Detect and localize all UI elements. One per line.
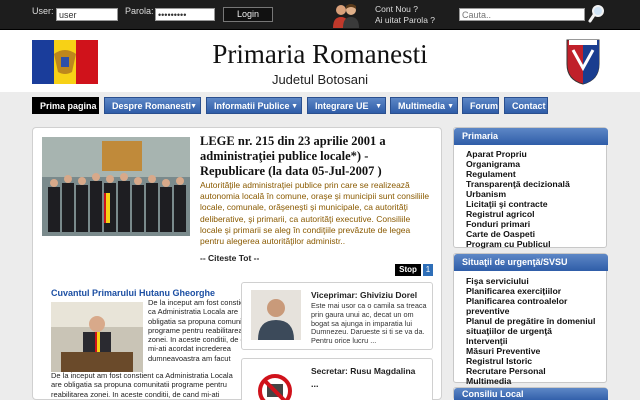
secretary-more: ... [311, 379, 319, 389]
consiliu-heading: Consiliu Local [454, 388, 608, 400]
page-title: Primaria Romanesti [212, 39, 428, 69]
sidebar-link-fisa-serviciului[interactable]: Fişa serviciului [466, 276, 529, 286]
nav-label: Prima pagina [40, 101, 97, 111]
no-photo-icon [258, 374, 292, 400]
sidebar-link-urbanism[interactable]: Urbanism [466, 189, 506, 199]
sidebar-link-program-public[interactable]: Program cu Publicul [466, 239, 550, 249]
sidebar-link-fonduri-primari[interactable]: Fonduri primari [466, 219, 530, 229]
chevron-down-icon: ▼ [447, 103, 454, 110]
vice-quote: Este mai usor ca o camila sa treaca prin… [311, 301, 427, 346]
urgenta-heading: Situaţii de urgenţă/SVSU [454, 254, 608, 271]
vice-photo [251, 290, 301, 340]
sidebar-link-aparat-propriu[interactable]: Aparat Propriu [466, 149, 527, 159]
sidebar-link-regulament[interactable]: Regulament [466, 169, 516, 179]
sidebar-link-masuri-preventive[interactable]: Măsuri Preventive [466, 346, 540, 356]
mayor-photo [51, 302, 143, 372]
search-icon[interactable] [588, 4, 606, 24]
nav-label: Informatii Publice [214, 101, 290, 111]
sidebar-link-planificarea-controalelor[interactable]: Planificarea controalelor preventive [466, 296, 596, 316]
sidebar-link-interventii[interactable]: Intervenţii [466, 336, 508, 346]
chevron-down-icon: ▼ [291, 103, 298, 110]
read-more-link[interactable]: -- Citeste Tot -- [200, 253, 259, 263]
sidebar-link-multimedia[interactable]: Multimedia [466, 376, 511, 386]
slideshow-page-button[interactable]: 1 [423, 264, 433, 276]
sidebar-link-planul-pregatire[interactable]: Planul de pregătire în domeniul situaţii… [466, 316, 608, 336]
login-button[interactable]: Login [223, 7, 273, 22]
sidebar-link-organigrama[interactable]: Organigrama [466, 159, 520, 169]
primaria-panel: Primaria Aparat Propriu Organigrama Regu… [453, 127, 608, 249]
nav-label: Forum [470, 101, 498, 111]
nav-despre-romanesti[interactable]: Despre Romanesti ▼ [104, 97, 201, 114]
featured-photo [42, 137, 190, 236]
user-label: User: [32, 6, 54, 16]
sidebar-link-licitatii[interactable]: Licitaţii şi contracte [466, 199, 548, 209]
search-input[interactable] [459, 8, 585, 21]
chevron-down-icon: ▼ [375, 103, 382, 110]
page-subtitle: Judetul Botosani [271, 72, 369, 87]
nav-informatii-publice[interactable]: Informatii Publice ▼ [206, 97, 302, 114]
users-icon [333, 4, 359, 28]
forgot-password-link[interactable]: Ai uitat Parola ? [375, 15, 435, 26]
sidebar-link-transparenta[interactable]: Transparenţă decizională [466, 179, 570, 189]
nav-label: Multimedia [398, 101, 446, 111]
password-input[interactable] [155, 8, 215, 21]
nav-label: Integrare UE [315, 101, 369, 111]
sidebar-link-registrul-agricol[interactable]: Registrul agricol [466, 209, 535, 219]
right-sidebar: Primaria Aparat Propriu Organigrama Regu… [453, 127, 608, 400]
featured-title[interactable]: LEGE nr. 215 din 23 aprilie 2001 a admin… [200, 134, 432, 179]
sidebar-link-recrutare-personal[interactable]: Recrutare Personal [466, 366, 546, 376]
user-input[interactable] [56, 8, 118, 21]
slideshow-stop-button[interactable]: Stop [395, 264, 421, 276]
mayor-title[interactable]: Cuvantul Primarului Hutanu Gheorghe [51, 288, 215, 298]
account-links: Cont Nou ? Ai uitat Parola ? [375, 4, 435, 26]
sidebar-link-planificarea-exercitiilor[interactable]: Planificarea exercițiilor [466, 286, 561, 296]
nav-integrare-ue[interactable]: Integrare UE ▼ [307, 97, 386, 114]
coat-of-arms-icon [566, 39, 600, 85]
vice-name[interactable]: Viceprimar: Ghiviziu Dorel [311, 290, 417, 300]
nav-label: Despre Romanesti [112, 101, 192, 111]
secretary-name[interactable]: Secretar: Rusu Magdalina [311, 366, 415, 376]
sidebar-link-registrul-istoric[interactable]: Registrul Istoric [466, 356, 532, 366]
mayor-message: De la inceput am fost constient ca Admin… [51, 371, 233, 400]
chevron-down-icon: ▼ [190, 103, 197, 110]
featured-text: Autorităţile administraţiei publice prin… [200, 180, 430, 247]
nav-contact[interactable]: Contact [504, 97, 548, 114]
new-account-link[interactable]: Cont Nou ? [375, 4, 435, 15]
nav-label: Contact [512, 101, 546, 111]
sidebar-link-carte-oaspeti[interactable]: Carte de Oaspeti [466, 229, 535, 239]
consiliu-panel: Consiliu Local [453, 387, 608, 400]
top-login-bar: User: Parola: Login Cont Nou ? Ai uitat … [0, 0, 640, 30]
primaria-heading: Primaria [454, 128, 608, 145]
nav-multimedia[interactable]: Multimedia ▼ [390, 97, 458, 114]
password-label: Parola: [125, 6, 154, 16]
urgenta-panel: Situaţii de urgenţă/SVSU Fişa serviciulu… [453, 253, 608, 386]
nav-prima-pagina[interactable]: Prima pagina [32, 97, 99, 114]
nav-forum[interactable]: Forum [462, 97, 499, 114]
site-header: Primaria Romanesti Judetul Botosani [0, 30, 640, 92]
